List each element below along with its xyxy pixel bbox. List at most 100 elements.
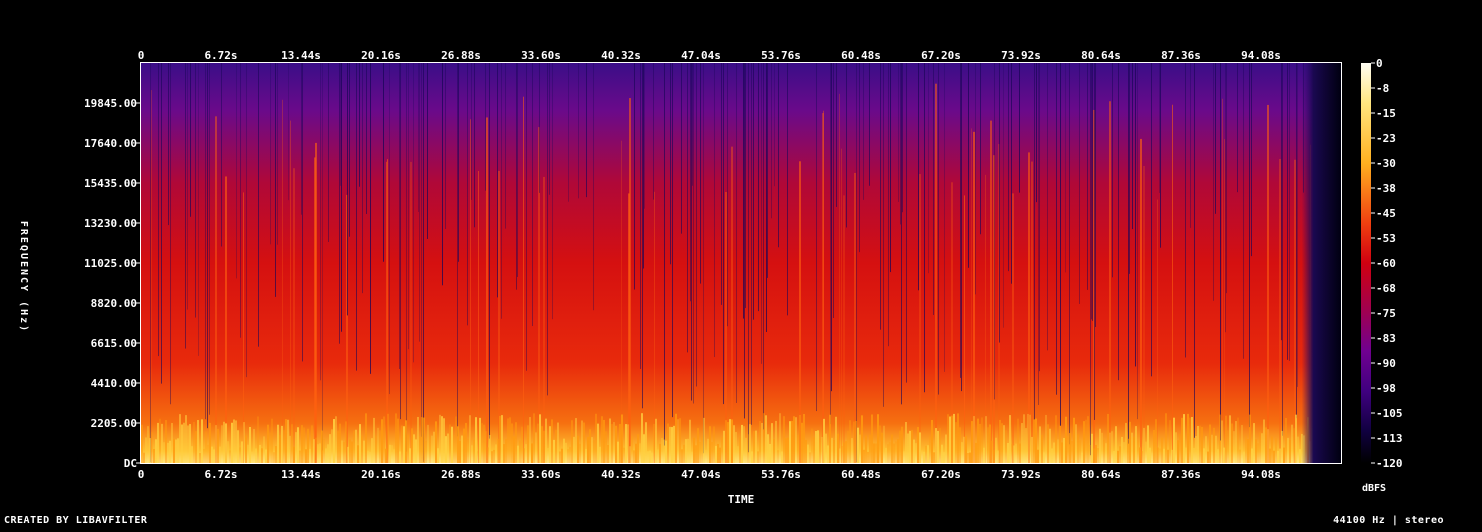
low-frequency-energy xyxy=(1223,447,1225,463)
low-frequency-energy xyxy=(311,425,313,463)
low-frequency-energy xyxy=(1225,415,1227,463)
low-frequency-energy xyxy=(463,428,465,463)
time-column-dark xyxy=(670,63,671,265)
low-frequency-energy xyxy=(777,450,779,463)
time-column-dark xyxy=(195,63,196,318)
low-frequency-energy xyxy=(1103,439,1105,463)
low-frequency-energy xyxy=(979,423,981,463)
low-frequency-energy xyxy=(679,418,681,463)
x-tick-label-bottom: 0 xyxy=(138,468,145,481)
time-column-dark xyxy=(362,63,363,294)
time-column-dark xyxy=(1220,63,1221,441)
low-frequency-energy xyxy=(769,444,771,463)
low-frequency-energy xyxy=(481,423,483,463)
low-frequency-energy xyxy=(1133,436,1135,463)
low-frequency-energy xyxy=(993,450,995,463)
low-frequency-energy xyxy=(151,432,153,463)
time-column-bright xyxy=(841,148,842,463)
time-column-dark xyxy=(831,63,832,392)
time-column-bright xyxy=(973,131,975,463)
low-frequency-energy xyxy=(799,414,801,463)
time-column-dark xyxy=(901,63,902,405)
low-frequency-energy xyxy=(691,451,693,463)
low-frequency-energy xyxy=(701,436,703,463)
low-frequency-energy xyxy=(379,430,381,463)
low-frequency-energy xyxy=(611,424,613,463)
x-tick-label-top: 94.08s xyxy=(1241,49,1281,62)
low-frequency-energy xyxy=(571,420,573,463)
low-frequency-energy xyxy=(443,418,445,463)
low-frequency-energy xyxy=(247,444,249,463)
low-frequency-energy xyxy=(1017,418,1019,463)
low-frequency-energy xyxy=(1157,447,1159,463)
colorbar-tick-label: -90 xyxy=(1376,357,1396,370)
time-column-dark xyxy=(168,63,169,226)
low-frequency-energy xyxy=(757,451,759,463)
low-frequency-energy xyxy=(863,449,865,463)
low-frequency-energy xyxy=(1277,451,1279,463)
time-column-dark xyxy=(1132,63,1133,230)
low-frequency-energy xyxy=(947,414,949,463)
low-frequency-energy xyxy=(1195,435,1197,463)
time-column-bright xyxy=(1143,165,1145,463)
low-frequency-energy xyxy=(1281,430,1283,463)
low-frequency-energy xyxy=(803,414,805,463)
time-column-dark xyxy=(751,63,752,425)
colorbar-tick-label: -105 xyxy=(1376,407,1403,420)
low-frequency-energy xyxy=(1113,451,1115,463)
low-frequency-energy xyxy=(581,420,583,463)
y-tick-label: 2205.00 xyxy=(91,417,137,430)
low-frequency-energy xyxy=(677,419,679,463)
low-frequency-energy xyxy=(343,442,345,463)
low-frequency-energy xyxy=(451,426,453,463)
low-frequency-energy xyxy=(955,422,957,463)
low-frequency-energy xyxy=(919,432,921,463)
low-frequency-energy xyxy=(1075,424,1077,463)
low-frequency-energy xyxy=(185,415,187,463)
low-frequency-energy xyxy=(1251,448,1253,463)
time-column-dark xyxy=(906,63,907,383)
low-frequency-energy xyxy=(557,422,559,463)
low-frequency-energy xyxy=(999,419,1001,463)
time-column-dark xyxy=(836,63,837,207)
low-frequency-energy xyxy=(563,438,565,463)
low-frequency-energy xyxy=(643,434,645,463)
low-frequency-energy xyxy=(965,436,967,463)
time-column-dark xyxy=(1159,63,1160,193)
low-frequency-energy xyxy=(1123,442,1125,463)
time-column-dark xyxy=(1185,63,1186,358)
time-column-dark xyxy=(999,63,1000,343)
time-column-dark xyxy=(457,63,458,437)
time-column-bright xyxy=(1157,199,1158,463)
low-frequency-energy xyxy=(605,431,607,463)
x-tick-label-bottom: 40.32s xyxy=(601,468,641,481)
low-frequency-energy xyxy=(625,424,627,463)
low-frequency-energy xyxy=(685,439,687,463)
low-frequency-energy xyxy=(1071,440,1073,463)
low-frequency-energy xyxy=(363,440,365,463)
low-frequency-energy xyxy=(1105,443,1107,463)
low-frequency-energy xyxy=(849,420,851,463)
low-frequency-energy xyxy=(153,448,155,463)
time-column-dark xyxy=(1282,63,1283,436)
low-frequency-energy xyxy=(149,438,151,463)
time-column-bright xyxy=(971,128,972,463)
low-frequency-energy xyxy=(997,450,999,463)
low-frequency-energy xyxy=(489,435,491,463)
low-frequency-energy xyxy=(1273,450,1275,463)
low-frequency-energy xyxy=(1245,435,1247,463)
time-column-bright xyxy=(543,176,545,463)
time-column-dark xyxy=(863,63,864,200)
low-frequency-energy xyxy=(681,449,683,463)
time-column-dark xyxy=(1039,63,1040,372)
low-frequency-energy xyxy=(231,422,233,463)
time-column-dark xyxy=(150,63,151,463)
low-frequency-energy xyxy=(553,439,555,463)
time-column-bright xyxy=(654,191,655,463)
y-tick-label: 17640.00 xyxy=(84,137,137,150)
low-frequency-energy xyxy=(593,440,595,463)
low-frequency-energy xyxy=(773,439,775,463)
low-frequency-energy xyxy=(467,438,469,463)
y-tick-label: DC xyxy=(124,457,137,470)
time-column-bright xyxy=(386,161,387,463)
